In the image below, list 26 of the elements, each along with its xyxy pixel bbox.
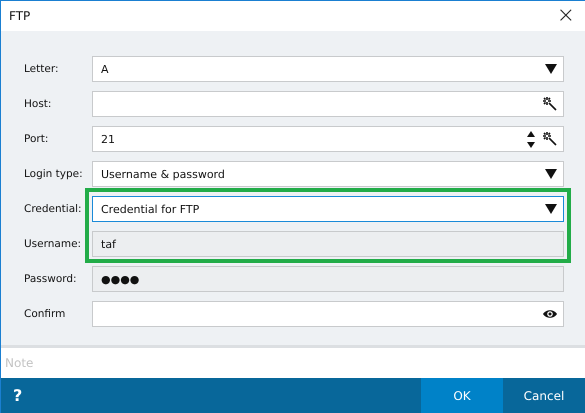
decrement-arrow-icon[interactable] — [527, 142, 535, 148]
dialog-button[interactable]: OK — [421, 378, 503, 413]
input-field[interactable] — [92, 301, 564, 327]
help-button[interactable]: ? — [1, 378, 34, 413]
input-field[interactable]: 21 — [92, 126, 564, 152]
field-label: Port: — [24, 133, 50, 145]
field-label: Login type: — [24, 168, 84, 180]
increment-arrow-icon[interactable] — [527, 130, 535, 136]
dropdown[interactable]: Credential for FTP — [92, 196, 564, 222]
close-button[interactable]: × — [554, 5, 577, 27]
dropdown[interactable]: A — [92, 56, 564, 82]
window-title: FTP — [9, 9, 32, 23]
field-label: Password: — [24, 273, 78, 285]
dropdown-arrow-icon — [545, 204, 557, 214]
dropdown[interactable]: Username & password — [92, 161, 564, 187]
field-label: Confirm — [24, 308, 66, 320]
input-field[interactable] — [92, 91, 564, 117]
dropdown-arrow-icon — [545, 64, 557, 74]
magic-wand-icon[interactable] — [543, 97, 557, 111]
eye-icon[interactable] — [543, 309, 557, 319]
field-label: Username: — [24, 238, 82, 250]
field-label: Credential: — [24, 203, 83, 215]
dropdown-arrow-icon — [545, 169, 557, 179]
magic-wand-icon[interactable] — [543, 132, 557, 146]
field-label: Host: — [24, 98, 52, 110]
field-label: Letter: — [24, 63, 60, 75]
